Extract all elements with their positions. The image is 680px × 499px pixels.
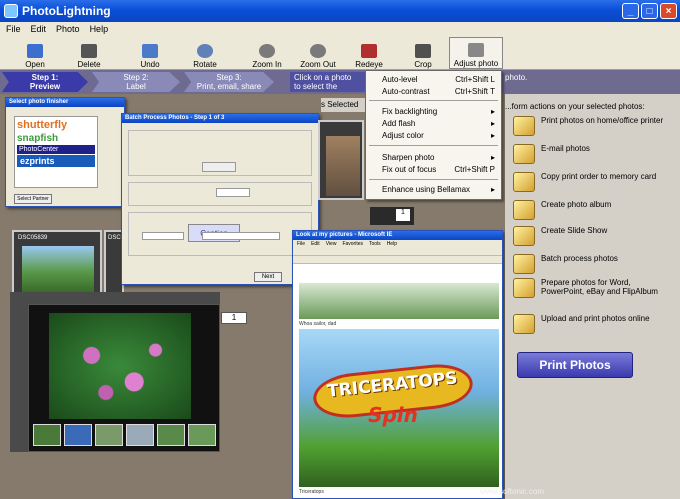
slideshow-icon [513,226,535,246]
printer-icon [513,116,535,136]
undo-icon [142,44,158,58]
zoom-out-button[interactable]: Zoom Out [291,37,345,69]
wand-icon [468,43,484,57]
step-print[interactable]: Step 3: Print, email, share [184,72,274,92]
menu-sharpen-photo[interactable]: Sharpen photo ▸ [382,153,495,162]
menu-edit[interactable]: Edit [31,24,47,34]
zoom-in-icon [259,44,275,58]
photo-image [22,246,94,292]
upload-icon [513,314,535,334]
batch-icon [513,254,535,274]
partner-window: Select photo finisher shutterfly snapfis… [5,97,125,207]
hint-tail: photo. [505,73,528,82]
redeye-button[interactable]: Redeye [342,37,396,69]
next-button[interactable]: Next [254,272,282,282]
photo-thumbnail[interactable]: 1 [370,207,414,225]
actions-heading: ...form actions on your selected photos: [505,102,645,111]
triceratops-photo: TRICERATOPS Spin [299,329,499,487]
rotate-icon [197,44,213,58]
menu-file[interactable]: File [6,24,21,34]
rotate-button[interactable]: Rotate [178,37,232,69]
filmstrip-thumb[interactable] [188,424,216,446]
step-bar: Step 1: Preview Step 2: Label Step 3: Print… [0,70,680,94]
browser-window: Look at my pictures - Microsoft IE File … [292,230,503,499]
ie-menu-favorites[interactable]: Favorites [342,241,363,247]
email-icon [513,144,535,164]
sign-subtitle: Spin [368,403,418,427]
step-preview[interactable]: Step 1: Preview [2,72,88,92]
ie-menu-edit[interactable]: Edit [311,241,320,247]
toolbar: Open Delete Undo Rotate Zoom In Zoom Out… [0,36,680,70]
menu-bar: File Edit Photo Help [0,22,680,36]
filmstrip-thumb[interactable] [33,424,61,446]
prepare-icon [513,278,535,298]
zoom-in-button[interactable]: Zoom In [240,37,294,69]
action-email[interactable]: E-mail photos [513,144,675,164]
album-icon [513,200,535,220]
action-slideshow[interactable]: Create Slide Show [513,226,675,246]
filmstrip-thumb[interactable] [126,424,154,446]
ie-menu-file[interactable]: File [297,241,305,247]
ie-menu-view[interactable]: View [326,241,337,247]
action-upload[interactable]: Upload and print photos online [513,314,675,334]
crop-button[interactable]: Crop [396,37,450,69]
links-bar[interactable] [293,256,502,264]
title-bar: PhotoLightning _ □ × [0,0,680,22]
batch-dialog: Batch Process Photos - Step 1 of 3 Capti… [121,113,319,285]
print-photos-button[interactable]: Print Photos [517,352,633,378]
ie-menu-tools[interactable]: Tools [369,241,381,247]
menu-auto-level[interactable]: Auto-level Ctrl+Shift L [382,75,495,84]
filmstrip-thumb[interactable] [157,424,185,446]
minimize-button[interactable]: _ [622,3,639,19]
app-icon [4,4,18,18]
delete-button[interactable]: Delete [62,37,116,69]
maximize-button[interactable]: □ [641,3,658,19]
menu-fix-backlighting[interactable]: Fix backlighting ▸ [382,107,495,116]
delete-icon [81,44,97,58]
lotus-photo [49,313,191,419]
slideshow-window [28,304,220,452]
undo-button[interactable]: Undo [123,37,177,69]
crop-icon [415,44,431,58]
step-label[interactable]: Step 2: Label [92,72,180,92]
snapfish-logo[interactable]: snapfish [15,133,97,144]
window-title: PhotoLightning [22,4,111,18]
menu-fix-out-of-focus[interactable]: Fix out of focus Ctrl+Shift P [382,165,495,174]
watermark: www.softonic.com [480,487,545,496]
filmstrip-thumb[interactable] [95,424,123,446]
filmstrip-thumb[interactable] [64,424,92,446]
close-button[interactable]: × [660,3,677,19]
photo-thumbnail[interactable] [318,120,364,200]
zoom-out-icon [310,44,326,58]
menu-adjust-color[interactable]: Adjust color ▸ [382,131,495,140]
adjust-photo-button[interactable]: Adjust photo [449,37,503,69]
action-album[interactable]: Create photo album [513,200,675,220]
ezprints-logo[interactable]: ezprints [17,155,95,167]
page-number-box[interactable]: 1 [221,312,247,324]
menu-help[interactable]: Help [90,24,109,34]
adjust-photo-menu: Auto-level Ctrl+Shift L Auto-contrast Ctrl… [365,70,502,200]
action-prepare[interactable]: Prepare photos for Word, PowerPoint, eBa… [513,278,675,298]
web-photo [299,283,499,319]
photocenter-logo[interactable]: PhotoCenter [17,145,95,154]
menu-auto-contrast[interactable]: Auto-contrast Ctrl+Shift T [382,87,495,96]
action-memory-card[interactable]: Copy print order to memory card [513,172,675,192]
address-bar[interactable] [293,248,502,256]
action-print[interactable]: Print photos on home/office printer [513,116,675,136]
folder-icon [27,44,43,58]
shutterfly-logo[interactable]: shutterfly [15,117,97,133]
menu-enhance-bellamax[interactable]: Enhance using Bellamax ▸ [382,185,495,194]
menu-add-flash[interactable]: Add flash ▸ [382,119,495,128]
action-batch[interactable]: Batch process photos [513,254,675,274]
actions-panel: ...form actions on your selected photos:… [505,94,680,499]
memory-card-icon [513,172,535,192]
select-partner-button[interactable]: Select Partner [14,194,52,204]
selected-count: s Selected [321,98,367,112]
hint-box: Click on a photo to select the [290,72,370,92]
menu-photo[interactable]: Photo [56,24,80,34]
ie-menu-help[interactable]: Help [387,241,397,247]
photo-thumbnail[interactable]: DSC05839 [12,230,102,298]
open-button[interactable]: Open [8,37,62,69]
redeye-icon [361,44,377,58]
